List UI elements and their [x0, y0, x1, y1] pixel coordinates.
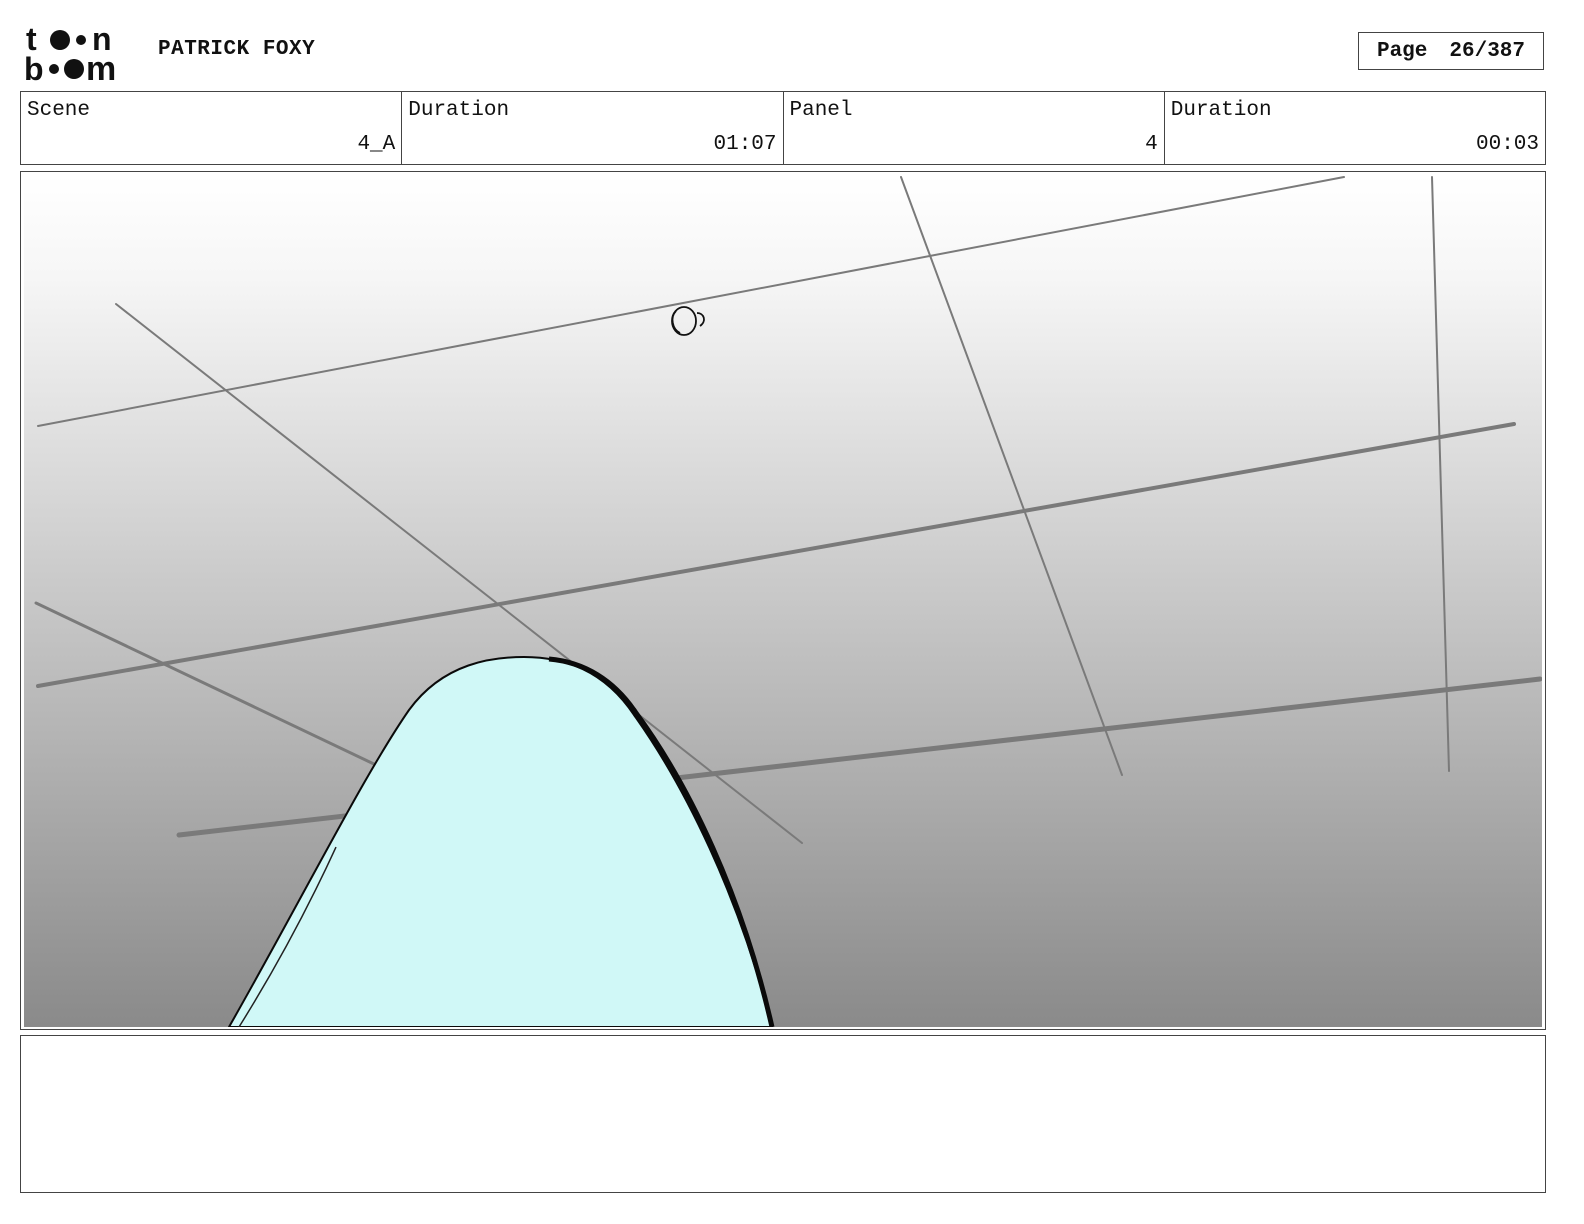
storyboard-panel [20, 171, 1546, 1030]
scene-value: 4_A [357, 133, 396, 156]
page-label: Page [1376, 39, 1428, 63]
panel-notes-area [20, 1035, 1546, 1193]
scene-duration-value: 01:07 [713, 133, 777, 156]
page-indicator: Page 26/387 [1358, 32, 1544, 70]
panel-duration-cell: Duration 00:03 [1165, 92, 1545, 164]
scene-cell: Scene 4_A [21, 92, 403, 164]
panel-background [24, 175, 1542, 1027]
scene-duration-label: Duration [408, 99, 510, 122]
panel-duration-value: 00:03 [1475, 133, 1539, 156]
toonboom-logo: t n b m [24, 21, 136, 88]
panel-duration-label: Duration [1170, 99, 1272, 122]
panel-label: Panel [789, 99, 853, 122]
panel-drawing [24, 175, 1542, 1027]
logo-letter-bottom: b [24, 51, 44, 84]
panel-cell: Panel 4 [784, 92, 1165, 164]
project-title: PATRICK FOXY [158, 38, 316, 61]
page-number: 26/387 [1449, 39, 1526, 63]
scene-label: Scene [27, 99, 91, 122]
logo-letter-bottom-end: m [86, 50, 116, 84]
logo-mark: t n b m [24, 21, 116, 88]
scene-duration-cell: Duration 01:07 [402, 92, 784, 164]
scene-info-table: Scene 4_A Duration 01:07 Panel 4 Duratio… [20, 91, 1546, 165]
panel-value: 4 [1145, 133, 1158, 156]
